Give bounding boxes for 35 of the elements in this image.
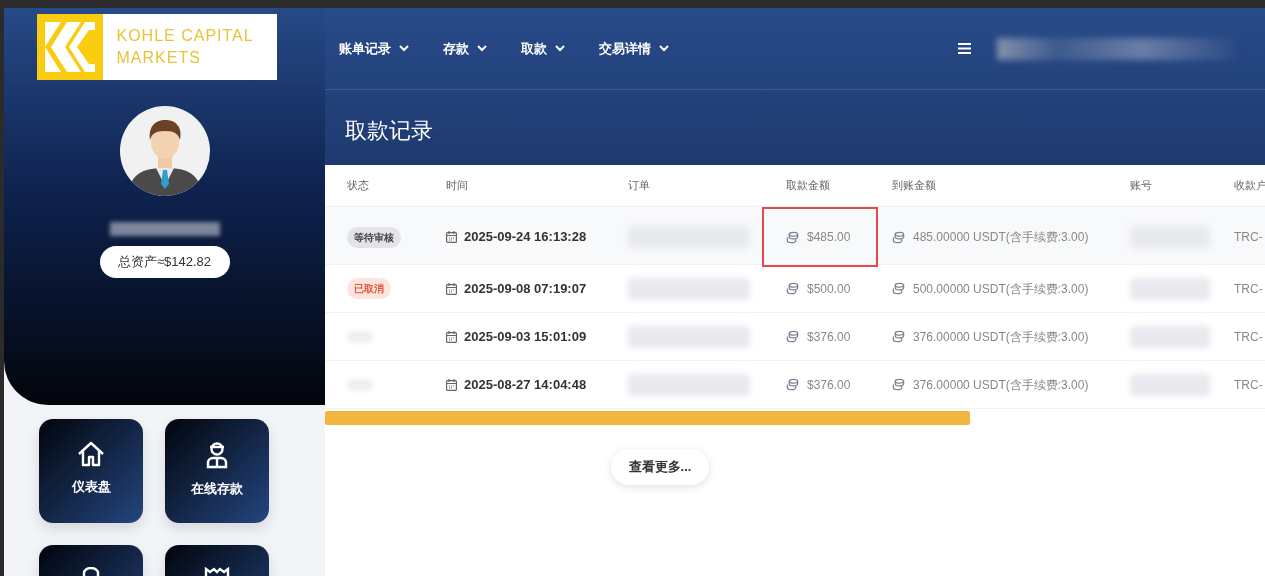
amount-cell: $376.00 (786, 327, 851, 346)
received-amount-cell-text: 500.00000 USDT(含手续费:3.00) (913, 280, 1089, 298)
amount-cell: $485.00 (762, 207, 878, 267)
logo-text: MARKETS (116, 48, 202, 68)
amount-cell: $500.00 (786, 279, 851, 298)
column-header: 订单 (628, 178, 651, 194)
column-header: 到账金额 (892, 178, 937, 194)
network-cell-text: TRC- (1234, 229, 1264, 246)
column-header: 状态 (347, 178, 370, 194)
page-title: 取款记录 (344, 117, 434, 145)
column-header: 时间 (446, 178, 469, 194)
logo-text: KOHLE CAPITAL (116, 26, 254, 46)
view-more-button[interactable]: 查看更多... (610, 449, 710, 485)
time-cell-text: 2025-09-24 16:13:28 (464, 228, 587, 247)
nav-menu[interactable]: 取款 (521, 38, 565, 59)
nav-menu[interactable]: 账单记录 (339, 38, 409, 59)
network-cell-text: TRC- (1234, 328, 1264, 346)
status-badge: 已取消 (347, 278, 391, 299)
nav-menu[interactable]: 交易详情 (599, 38, 669, 59)
amount-cell: $376.00 (786, 375, 851, 394)
network-cell-text: TRC- (1234, 280, 1264, 298)
nav-menu[interactable]: 存款 (443, 38, 487, 59)
received-amount-cell-text: 376.00000 USDT(含手续费:3.00) (913, 328, 1089, 346)
received-amount-cell-text: 376.00000 USDT(含手续费:3.00) (913, 376, 1089, 394)
network-cell-text: TRC- (1234, 376, 1264, 394)
time-cell-text: 2025-08-27 14:04:48 (464, 375, 587, 394)
column-header: 账号 (1130, 178, 1153, 194)
menu-tile[interactable]: 仪表盘 (39, 419, 143, 523)
time-cell-text: 2025-09-08 07:19:07 (464, 279, 587, 298)
received-amount-cell-text: 485.00000 USDT(含手续费:3.00) (913, 229, 1089, 246)
column-header: 取款金额 (786, 178, 831, 194)
menu-tile[interactable]: 在线存款 (165, 419, 269, 523)
time-cell-text: 2025-09-03 15:01:09 (464, 327, 587, 346)
status-badge: 等待审核 (347, 226, 401, 248)
total-assets: 总资产≈$142.82 (99, 246, 230, 278)
